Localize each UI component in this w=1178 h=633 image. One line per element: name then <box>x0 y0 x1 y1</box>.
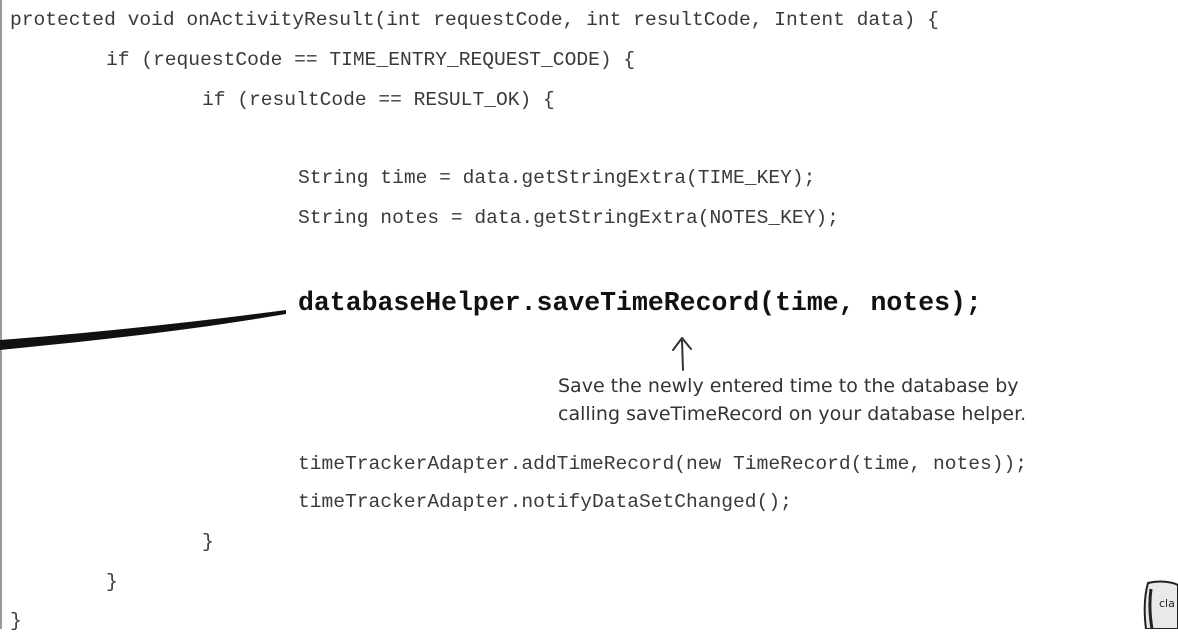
annotation-line-2: calling saveTimeRecord on your database … <box>558 403 1027 425</box>
annotation-line-1: Save the newly entered time to the datab… <box>558 375 1019 397</box>
code-line-time: String time = data.getStringExtra(TIME_K… <box>298 167 816 189</box>
code-line-close-inner: } <box>202 531 214 553</box>
code-line-if-request: if (requestCode == TIME_ENTRY_REQUEST_CO… <box>106 49 636 71</box>
code-line-notes: String notes = data.getStringExtra(NOTES… <box>298 207 839 229</box>
doodle-label: cla <box>1159 597 1175 610</box>
code-line-notify: timeTrackerAdapter.notifyDataSetChanged(… <box>298 491 792 513</box>
up-arrow-icon <box>672 337 692 371</box>
code-line-close-outer: } <box>10 610 22 632</box>
code-line-if-result: if (resultCode == RESULT_OK) { <box>202 89 555 111</box>
code-line-close-middle: } <box>106 571 118 593</box>
handwritten-annotation: Save the newly entered time to the datab… <box>558 372 1118 428</box>
code-line-method-signature: protected void onActivityResult(int requ… <box>10 9 939 31</box>
class-doodle-illustration: cla <box>1143 580 1178 629</box>
code-line-save-record: databaseHelper.saveTimeRecord(time, note… <box>298 288 982 318</box>
code-line-add-record: timeTrackerAdapter.addTimeRecord(new Tim… <box>298 453 1028 475</box>
